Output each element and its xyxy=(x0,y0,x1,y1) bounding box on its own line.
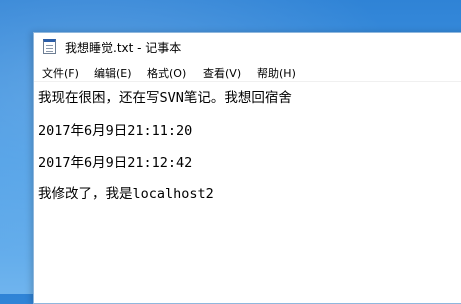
menu-bar: 文件(F) 编辑(E) 格式(O) 查看(V) 帮助(H) xyxy=(34,62,461,82)
menu-file[interactable]: 文件(F) xyxy=(42,65,79,81)
menu-view[interactable]: 查看(V) xyxy=(203,65,241,81)
menu-help[interactable]: 帮助(H) xyxy=(257,65,296,81)
notepad-icon[interactable] xyxy=(43,39,56,54)
editor-line-5: 2017年6月9日21:12:42 xyxy=(38,155,193,171)
editor-line-3: 2017年6月9日21:11:20 xyxy=(38,123,193,139)
window-title: 我想睡觉.txt - 记事本 xyxy=(65,41,182,55)
menu-edit[interactable]: 编辑(E) xyxy=(94,65,132,81)
title-bar[interactable]: 我想睡觉.txt - 记事本 xyxy=(34,33,461,61)
editor-line-7: 我修改了，我是localhost2 xyxy=(38,186,214,202)
notepad-window[interactable]: 我想睡觉.txt - 记事本 文件(F) 编辑(E) 格式(O) 查看(V) 帮… xyxy=(33,32,461,304)
text-editor[interactable]: 我现在很困，还在写SVN笔记。我想回宿舍 2017年6月9日21:11:20 2… xyxy=(34,82,461,303)
editor-line-1: 我现在很困，还在写SVN笔记。我想回宿舍 xyxy=(38,90,292,106)
menu-format[interactable]: 格式(O) xyxy=(147,65,186,81)
